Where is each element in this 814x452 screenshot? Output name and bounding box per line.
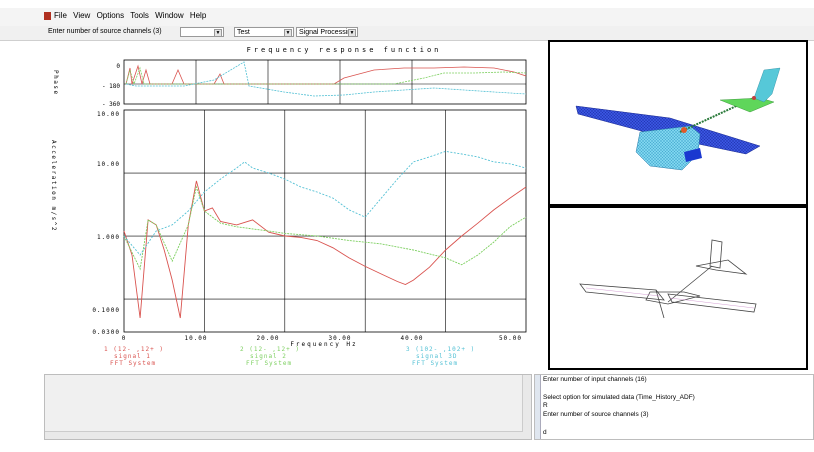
x-tick-20: 20.00 — [256, 335, 279, 342]
output-panel[interactable] — [44, 374, 532, 440]
legend-1-line1: 1 (12- ,12+ ) — [104, 346, 164, 353]
menu-view[interactable]: View — [73, 11, 90, 20]
amp-tick-01: 0.1000 — [92, 307, 120, 314]
phase-trace-signal-2 — [125, 66, 527, 86]
command-console[interactable]: Enter number of input channels (16) Sele… — [534, 374, 814, 440]
phase-panel-frame — [123, 59, 527, 105]
menu-help[interactable]: Help — [190, 11, 206, 20]
legend-3-line2: signal 3D — [416, 353, 458, 360]
mode-combo[interactable]: Test ▼ — [234, 27, 294, 37]
console-line: d — [543, 428, 547, 436]
series-line-3 — [123, 150, 527, 256]
console-side-strip — [535, 375, 541, 439]
console-line: R — [543, 402, 548, 410]
console-lines: Enter number of input channels (16) Sele… — [543, 376, 695, 438]
phase-tick-180: - 180 — [102, 83, 120, 90]
toolbar: Enter number of source channels (3) ▼ Te… — [0, 26, 814, 41]
legend-3-line1: 3 (102- ,102+ ) — [406, 346, 475, 353]
chevron-down-icon[interactable]: ▼ — [214, 29, 222, 37]
console-line: Select option for simulated data (Time_H… — [543, 393, 695, 401]
menu-file[interactable]: File — [54, 11, 67, 20]
module-combo-value: Signal Processing — [299, 29, 356, 36]
legend-3-line3: FFT System — [412, 360, 458, 367]
frf-plot[interactable]: Frequency response function 0 - 180 - 36… — [44, 40, 544, 372]
prompt-label: Enter number of source channels (3) — [48, 28, 162, 35]
amplitude-curves — [123, 150, 527, 319]
amp-tick-10: 10.00 — [97, 161, 120, 168]
series-line-2 — [123, 185, 527, 271]
aircraft-wireframe-view[interactable] — [548, 206, 808, 370]
menu-items: File View Options Tools Window Help — [54, 11, 210, 20]
console-line: Enter number of source channels (3) — [543, 411, 649, 419]
chevron-down-icon[interactable]: ▼ — [284, 29, 292, 37]
legend-2-line1: 2 (12- ,12+ ) — [240, 346, 300, 353]
amplitude-frame — [123, 109, 527, 333]
plot-title: Frequency response function — [247, 46, 442, 54]
vertical-scrollbar[interactable] — [522, 375, 531, 439]
menu-window[interactable]: Window — [155, 11, 183, 20]
mode-combo-value: Test — [237, 29, 250, 36]
amp-axis-label: Acceleration m/s^2 — [50, 140, 57, 232]
phase-tick-360: - 360 — [102, 101, 120, 108]
phase-axis-label: Phase — [52, 70, 59, 96]
legend-2-line2: signal 2 — [250, 353, 287, 360]
aircraft-wireframe-icon — [579, 239, 757, 319]
menu-options[interactable]: Options — [97, 11, 125, 20]
menu-tools[interactable]: Tools — [130, 11, 149, 20]
phase-trace-signal-1 — [125, 64, 527, 85]
console-line: Enter number of input channels (16) — [543, 376, 647, 383]
legend-1-line2: signal 1 — [114, 353, 151, 360]
x-tick-50: 50.00 — [499, 335, 522, 342]
menu-bar: File View Options Tools Window Help — [0, 8, 814, 26]
app-icon — [44, 12, 51, 20]
x-tick-40: 40.00 — [400, 335, 423, 342]
amplitude-grid — [123, 109, 527, 333]
horizontal-scrollbar[interactable] — [45, 431, 523, 439]
frf-plot-svg[interactable]: Frequency response function 0 - 180 - 36… — [44, 40, 544, 372]
module-combo[interactable]: Signal Processing ▼ — [296, 27, 358, 37]
x-tick-10: 10.00 — [184, 335, 207, 342]
chevron-down-icon[interactable]: ▼ — [348, 29, 356, 37]
amp-tick-top: 10.00 — [97, 111, 120, 118]
phase-tick-0: 0 — [116, 63, 120, 70]
x-tick-0: 0 — [122, 335, 127, 342]
input-combo[interactable]: ▼ — [180, 27, 224, 37]
x-axis-label: Frequency Hz — [290, 341, 357, 348]
amp-tick-min: 0.0300 — [92, 329, 120, 336]
aircraft-fe-model-icon — [575, 67, 781, 171]
legend-1-line3: FFT System — [110, 360, 156, 367]
legend-2-line3: FFT System — [246, 360, 292, 367]
series-line-1 — [123, 180, 527, 319]
aircraft-fe-model-view[interactable] — [548, 40, 808, 206]
amp-tick-1: 1.000 — [97, 234, 120, 241]
